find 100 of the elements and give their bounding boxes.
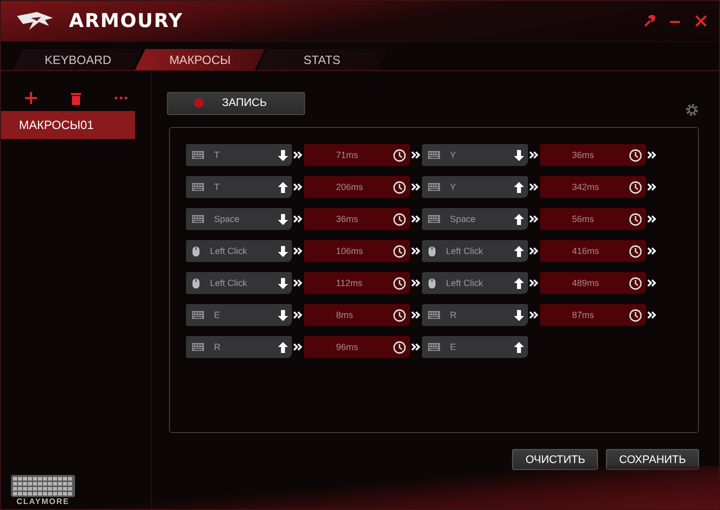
chevron-icon (293, 215, 303, 223)
key-event[interactable]: Left Click (422, 272, 528, 294)
delay-label: 96ms (336, 342, 360, 352)
key-label: R (450, 310, 458, 320)
delay-event[interactable]: 36ms (304, 208, 410, 230)
key-event[interactable]: T (186, 144, 292, 166)
mouse-icon (192, 278, 200, 288)
key-event[interactable]: E (422, 336, 528, 358)
trash-icon[interactable] (68, 91, 83, 105)
tab[interactable]: МАКРОСЫ (135, 49, 265, 70)
add-icon[interactable] (24, 91, 38, 105)
chevron-icon (529, 247, 539, 255)
chevron-icon (647, 279, 657, 287)
key-label: E (450, 342, 458, 352)
wrench-icon[interactable] (643, 15, 655, 27)
chevron-icon (293, 151, 303, 159)
clock-icon (393, 180, 406, 194)
keyboard-icon (428, 151, 440, 159)
key-label: T (214, 182, 220, 192)
logo-icon (15, 10, 55, 32)
chevron-icon (647, 183, 657, 191)
delay-label: 56ms (572, 214, 596, 224)
delay-label: 416ms (572, 246, 600, 256)
keyboard-icon (428, 343, 440, 351)
clock-icon (393, 340, 406, 354)
delay-event[interactable]: 8ms (304, 304, 410, 326)
clock-icon (629, 148, 642, 162)
key-event[interactable]: E (186, 304, 292, 326)
clock-icon (629, 180, 642, 194)
chevron-icon (647, 215, 657, 223)
record-button[interactable]: ЗАПИСЬ (167, 92, 305, 114)
chevron-icon (293, 343, 303, 351)
key-event[interactable]: T (186, 176, 292, 198)
clear-button[interactable]: ОЧИСТИТЬ (512, 449, 598, 470)
keyboard-icon (192, 343, 204, 351)
delay-label: 71ms (336, 150, 360, 160)
delay-label: 206ms (336, 182, 364, 192)
tab[interactable]: STATS (257, 49, 387, 70)
delay-event[interactable]: 342ms (540, 176, 646, 198)
keyboard-icon (192, 311, 204, 319)
chevron-icon (647, 151, 657, 159)
chevron-icon (647, 247, 657, 255)
keyboard-icon (192, 183, 204, 191)
keyboard-icon (192, 215, 204, 223)
key-label: Space (214, 214, 241, 224)
mouse-icon (428, 246, 436, 256)
delay-event[interactable]: 416ms (540, 240, 646, 262)
clock-icon (629, 308, 642, 322)
tab[interactable]: KEYBOARD (13, 49, 143, 70)
delay-label: 489ms (572, 278, 600, 288)
keyboard-icon (192, 151, 204, 159)
delay-event[interactable]: 71ms (304, 144, 410, 166)
clock-icon (393, 308, 406, 322)
chevron-icon (293, 183, 303, 191)
delay-event[interactable]: 96ms (304, 336, 410, 358)
macro-list-item[interactable]: МАКРОСЫ01 (1, 111, 135, 139)
delay-event[interactable]: 87ms (540, 304, 646, 326)
key-event[interactable]: Space (422, 208, 528, 230)
clock-icon (393, 276, 406, 290)
delay-label: 106ms (336, 246, 364, 256)
delay-event[interactable]: 56ms (540, 208, 646, 230)
settings-icon[interactable] (685, 103, 699, 117)
key-event[interactable]: R (422, 304, 528, 326)
delay-event[interactable]: 489ms (540, 272, 646, 294)
delay-label: 36ms (572, 150, 596, 160)
delay-event[interactable]: 112ms (304, 272, 410, 294)
chevron-icon (411, 343, 421, 351)
key-event[interactable]: Y (422, 176, 528, 198)
clock-icon (629, 244, 642, 258)
chevron-icon (529, 279, 539, 287)
delay-event[interactable]: 106ms (304, 240, 410, 262)
key-event[interactable]: Space (186, 208, 292, 230)
keyboard-icon (428, 215, 440, 223)
mouse-icon (192, 246, 200, 256)
delay-event[interactable]: 206ms (304, 176, 410, 198)
product-name: CLAYMORE (16, 497, 70, 506)
delay-label: 342ms (572, 182, 600, 192)
key-event[interactable]: Left Click (186, 272, 292, 294)
chevron-icon (411, 215, 421, 223)
clock-icon (629, 276, 642, 290)
key-event[interactable]: Y (422, 144, 528, 166)
keyboard-icon (428, 311, 440, 319)
key-event[interactable]: Left Click (422, 240, 528, 262)
chevron-icon (293, 311, 303, 319)
delay-event[interactable]: 36ms (540, 144, 646, 166)
key-event[interactable]: R (186, 336, 292, 358)
save-button[interactable]: СОХРАНИТЬ (606, 449, 699, 470)
key-label: Space (450, 214, 477, 224)
chevron-icon (529, 215, 539, 223)
mouse-icon (428, 278, 436, 288)
key-event[interactable]: Left Click (186, 240, 292, 262)
key-label: Y (450, 182, 458, 192)
chevron-icon (411, 279, 421, 287)
delay-label: 8ms (336, 310, 354, 320)
chevron-icon (293, 279, 303, 287)
close-icon[interactable] (695, 15, 707, 27)
chevron-icon (293, 247, 303, 255)
key-label: T (214, 150, 220, 160)
key-label: E (214, 310, 222, 320)
chevron-icon (411, 311, 421, 319)
